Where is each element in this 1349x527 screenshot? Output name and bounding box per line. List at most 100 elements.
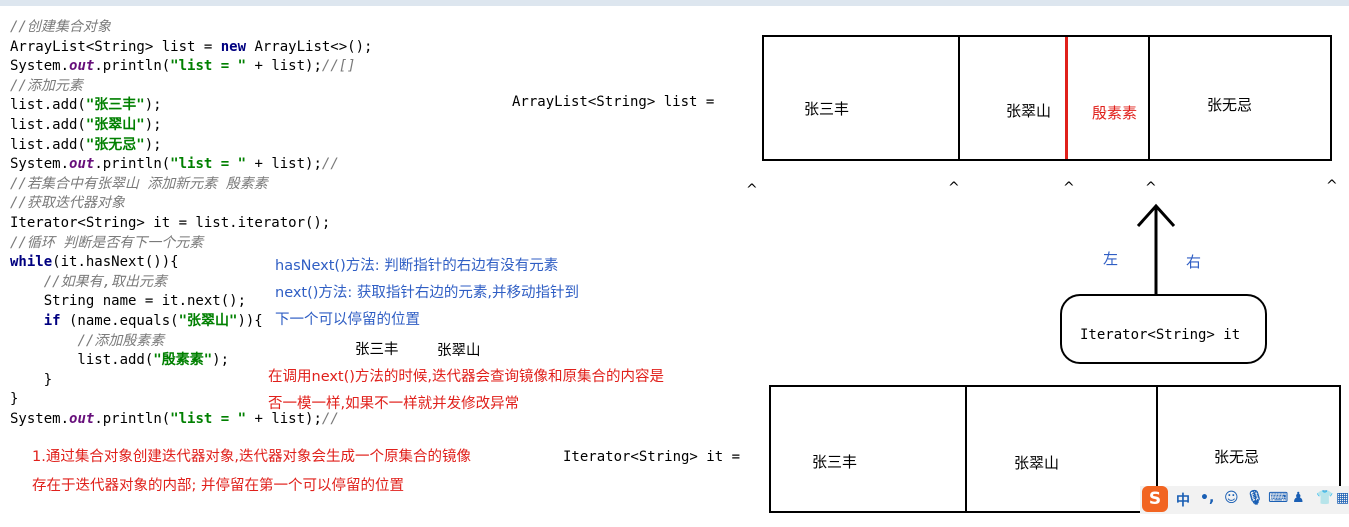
code-token: out bbox=[69, 410, 95, 427]
cell-divider bbox=[958, 37, 960, 159]
code-token: .println( bbox=[94, 410, 171, 427]
code-token: "list = " bbox=[170, 58, 247, 75]
code-token: "殷素素" bbox=[153, 352, 213, 369]
code-token: //获取迭代器对象 bbox=[10, 195, 125, 212]
left-label: 左 bbox=[1103, 250, 1119, 268]
code-line: //若集合中有张翠山 添加新元素 殷素素 bbox=[10, 175, 372, 195]
pointer-caret-2: ^ bbox=[948, 180, 960, 196]
emoji-icon[interactable]: ☺ bbox=[1224, 490, 1239, 506]
ime-punct-toggle[interactable]: •, bbox=[1200, 490, 1214, 506]
arraylist-box: 张三丰 张翠山 殷素素 张无忌 bbox=[762, 35, 1332, 161]
iterator-object-box: Iterator<String> it bbox=[1060, 294, 1267, 364]
note-concurrent-2: 否一模一样,如果不一样就并发修改异常 bbox=[268, 396, 520, 412]
code-token: "张无忌" bbox=[85, 136, 145, 153]
note-taken-1: 张三丰 bbox=[355, 342, 399, 358]
ime-mode-toggle[interactable]: 中 bbox=[1176, 490, 1190, 510]
code-token: if bbox=[43, 312, 61, 329]
iterator-object-label: Iterator<String> it bbox=[1080, 327, 1241, 343]
code-token: } bbox=[10, 391, 19, 408]
code-token: System. bbox=[10, 58, 70, 75]
code-token: + list); bbox=[246, 58, 322, 75]
list-cell-2: 张翠山 bbox=[1006, 102, 1052, 120]
code-token: list.add( bbox=[10, 116, 86, 133]
sogou-logo-icon[interactable]: S bbox=[1142, 486, 1168, 512]
code-line: System.out.println("list = " + list);//[… bbox=[10, 57, 372, 77]
code-token: ); bbox=[144, 97, 162, 114]
code-token: list.add( bbox=[10, 97, 86, 114]
code-line: //循环 判断是否有下一个元素 bbox=[10, 234, 372, 254]
code-token: (it.hasNext()){ bbox=[52, 254, 179, 271]
code-token: //添加元素 bbox=[10, 77, 83, 94]
code-token: //创建集合对象 bbox=[10, 19, 111, 35]
grid-menu-icon[interactable]: ▦ bbox=[1336, 490, 1349, 506]
code-line: //添加殷素素 bbox=[10, 332, 372, 352]
note-concurrent-1: 在调用next()方法的时候,迭代器会查询镜像和原集合的内容是 bbox=[268, 369, 665, 385]
code-token: ArrayList<String> list = bbox=[10, 38, 221, 55]
code-token: // bbox=[321, 156, 339, 173]
code-token: )){ bbox=[237, 312, 263, 329]
pointer-caret-3: ^ bbox=[1063, 180, 1075, 196]
code-line: //创建集合对象 bbox=[10, 18, 372, 38]
code-token: new bbox=[220, 38, 247, 55]
note-create-1: 1.通过集合对象创建迭代器对象,迭代器对象会生成一个原集合的镜像 bbox=[32, 449, 471, 465]
code-line: list.add("张三丰"); bbox=[10, 96, 372, 116]
code-line: //获取迭代器对象 bbox=[10, 194, 372, 214]
code-token: out bbox=[69, 58, 95, 75]
code-token: list.add( bbox=[10, 352, 154, 369]
code-line: System.out.println("list = " + list);// bbox=[10, 155, 372, 175]
note-create-2: 存在于迭代器对象的内部; 并停留在第一个可以停留的位置 bbox=[32, 478, 404, 494]
mirror-cell-3: 张无忌 bbox=[1214, 448, 1260, 466]
code-line: list.add("张无忌"); bbox=[10, 136, 372, 156]
note-hasnext: hasNext()方法: 判断指针的右边有没有元素 bbox=[275, 258, 559, 274]
code-token: + list); bbox=[246, 156, 322, 173]
code-token: Iterator<String> it = list.iterator(); bbox=[10, 214, 331, 231]
code-token: ); bbox=[212, 352, 230, 369]
ime-toolbar[interactable]: S 中 •, ☺ 🎙 ⌨ ♟ 👕 ▦ bbox=[1140, 486, 1349, 514]
code-token: //如果有,取出元素 bbox=[43, 273, 168, 290]
code-token: "张翠山" bbox=[178, 312, 238, 329]
code-line: ArrayList<String> list = new ArrayList<>… bbox=[10, 38, 372, 58]
pointer-caret-4: ^ bbox=[1145, 180, 1157, 196]
note-next-2: 下一个可以停留的位置 bbox=[275, 312, 420, 328]
insert-divider-red bbox=[1065, 37, 1068, 159]
code-token: list.add( bbox=[10, 136, 86, 153]
list-cell-inserted: 殷素素 bbox=[1092, 104, 1138, 122]
code-token: String name = it.next(); bbox=[10, 293, 247, 310]
mirror-cell-1: 张三丰 bbox=[812, 453, 858, 471]
iterator-label: Iterator<String> it = bbox=[563, 449, 741, 465]
arraylist-label: ArrayList<String> list = bbox=[512, 94, 715, 110]
code-token: } bbox=[10, 371, 53, 388]
code-token: System. bbox=[10, 156, 70, 173]
code-token: (name.equals( bbox=[60, 312, 179, 329]
mic-icon[interactable]: 🎙 bbox=[1246, 490, 1264, 506]
code-token: //添加殷素素 bbox=[77, 332, 165, 349]
note-next-1: next()方法: 获取指针右边的元素,并移动指针到 bbox=[275, 285, 580, 301]
pointer-caret-5: ^ bbox=[1326, 178, 1338, 194]
note-taken-2: 张翠山 bbox=[437, 343, 481, 359]
code-token: ); bbox=[144, 136, 162, 153]
code-token: while bbox=[10, 254, 53, 271]
code-token: "张三丰" bbox=[85, 97, 145, 114]
list-cell-1: 张三丰 bbox=[804, 100, 850, 118]
code-line: Iterator<String> it = list.iterator(); bbox=[10, 214, 372, 234]
code-token: System. bbox=[10, 410, 70, 427]
code-token: //[] bbox=[321, 58, 356, 75]
code-token: //若集合中有张翠山 添加新元素 殷素素 bbox=[10, 175, 268, 192]
code-token: .println( bbox=[94, 58, 171, 75]
keyboard-icon[interactable]: ⌨ bbox=[1268, 490, 1288, 506]
skin-icon[interactable]: 👕 bbox=[1316, 490, 1333, 506]
code-token: ArrayList<>(); bbox=[246, 38, 373, 55]
code-token: "list = " bbox=[170, 156, 247, 173]
code-token: .println( bbox=[94, 156, 171, 173]
code-token: ); bbox=[144, 116, 162, 133]
user-icon[interactable]: ♟ bbox=[1292, 490, 1305, 506]
cell-divider bbox=[965, 387, 967, 511]
code-token: //循环 判断是否有下一个元素 bbox=[10, 234, 204, 251]
up-arrow-icon bbox=[1136, 203, 1176, 294]
code-line: //添加元素 bbox=[10, 77, 372, 97]
list-cell-3: 张无忌 bbox=[1207, 96, 1253, 114]
mirror-cell-2: 张翠山 bbox=[1014, 454, 1060, 472]
